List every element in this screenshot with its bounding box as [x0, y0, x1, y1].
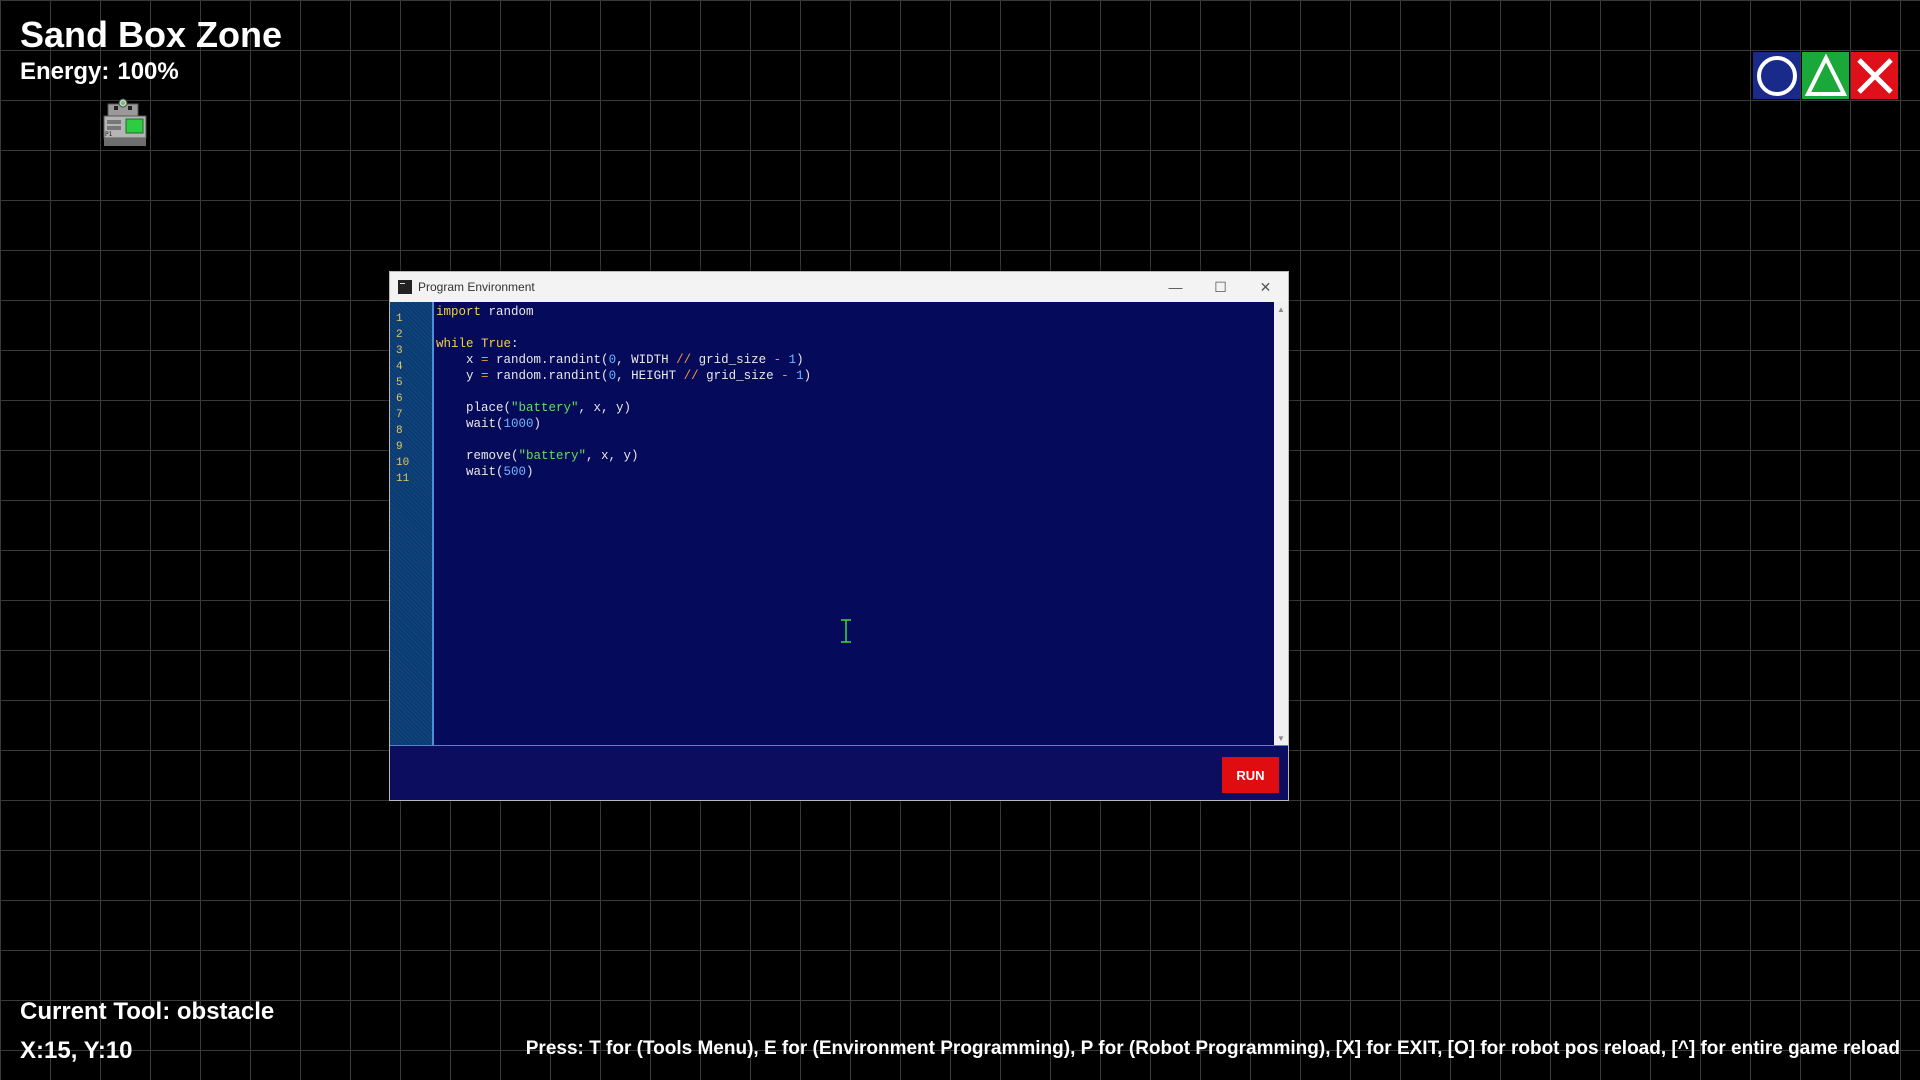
scroll-down-icon[interactable]: ▼: [1274, 731, 1288, 745]
run-bar: RUN: [390, 745, 1288, 800]
code-line[interactable]: import random: [436, 304, 1274, 320]
line-number: 9: [396, 441, 403, 453]
line-number: 5: [396, 377, 403, 389]
triangle-button[interactable]: [1802, 52, 1849, 99]
code-line[interactable]: remove("battery", x, y): [436, 448, 1274, 464]
vertical-scrollbar[interactable]: ▲ ▼: [1274, 302, 1288, 745]
line-number-gutter: 1 2 3 4 5 6 7 8 9 10 11: [390, 302, 434, 745]
code-line[interactable]: wait(1000): [436, 416, 1274, 432]
line-number: 1: [396, 313, 403, 325]
code-line[interactable]: wait(500): [436, 464, 1274, 480]
maximize-button[interactable]: ☐: [1198, 272, 1243, 302]
code-line[interactable]: x = random.randint(0, WIDTH // grid_size…: [436, 352, 1274, 368]
line-number: 6: [396, 393, 403, 405]
line-number: 3: [396, 345, 403, 357]
triangle-icon: [1804, 53, 1847, 96]
close-button[interactable]: ✕: [1243, 272, 1288, 302]
shape-button-group: [1753, 52, 1898, 99]
line-number: 10: [396, 457, 410, 469]
code-area[interactable]: import random​while True: x = random.ran…: [434, 302, 1274, 745]
minimize-button[interactable]: —: [1153, 272, 1198, 302]
line-number: 8: [396, 425, 403, 437]
cursor-coordinates: X:15, Y:10: [20, 1037, 133, 1064]
code-line[interactable]: place("battery", x, y): [436, 400, 1274, 416]
current-tool-label: Current Tool: obstacle: [20, 998, 275, 1025]
cross-icon: [1856, 57, 1893, 94]
scroll-up-icon[interactable]: ▲: [1274, 302, 1288, 316]
code-line[interactable]: while True:: [436, 336, 1274, 352]
window-titlebar[interactable]: Program Environment — ☐ ✕: [390, 272, 1288, 302]
energy-value: 100%: [117, 58, 179, 85]
code-line[interactable]: ​: [436, 432, 1274, 448]
robot-icon[interactable]: P1: [102, 98, 148, 148]
keyboard-help: Press: T for (Tools Menu), E for (Enviro…: [525, 1038, 1900, 1059]
window-title: Program Environment: [418, 280, 535, 294]
close-icon: ✕: [1259, 278, 1272, 295]
zone-title: Sand Box Zone: [20, 14, 283, 55]
maximize-icon: ☐: [1214, 278, 1227, 295]
program-environment-window: Program Environment — ☐ ✕ 1 2 3 4 5 6 7 8 9 10 11 …: [389, 271, 1289, 801]
circle-icon: [1756, 55, 1797, 96]
line-number: 7: [396, 409, 403, 421]
svg-text:P1: P1: [105, 131, 113, 138]
energy-label: Energy:: [20, 58, 110, 85]
text-cursor-icon: [841, 619, 851, 643]
code-line[interactable]: ​: [436, 384, 1274, 400]
cross-button[interactable]: [1851, 52, 1898, 99]
line-number: 4: [396, 361, 403, 373]
minimize-icon: —: [1168, 279, 1183, 295]
code-line[interactable]: ​: [436, 320, 1274, 336]
energy-indicator: Energy: 100%: [20, 58, 179, 86]
line-number: 2: [396, 329, 403, 341]
code-line[interactable]: y = random.randint(0, HEIGHT // grid_siz…: [436, 368, 1274, 384]
circle-button[interactable]: [1753, 52, 1800, 99]
line-number: 11: [396, 473, 410, 485]
terminal-icon: [398, 280, 412, 294]
code-editor[interactable]: 1 2 3 4 5 6 7 8 9 10 11 import random​while True: …: [390, 302, 1288, 745]
run-button[interactable]: RUN: [1222, 757, 1279, 793]
